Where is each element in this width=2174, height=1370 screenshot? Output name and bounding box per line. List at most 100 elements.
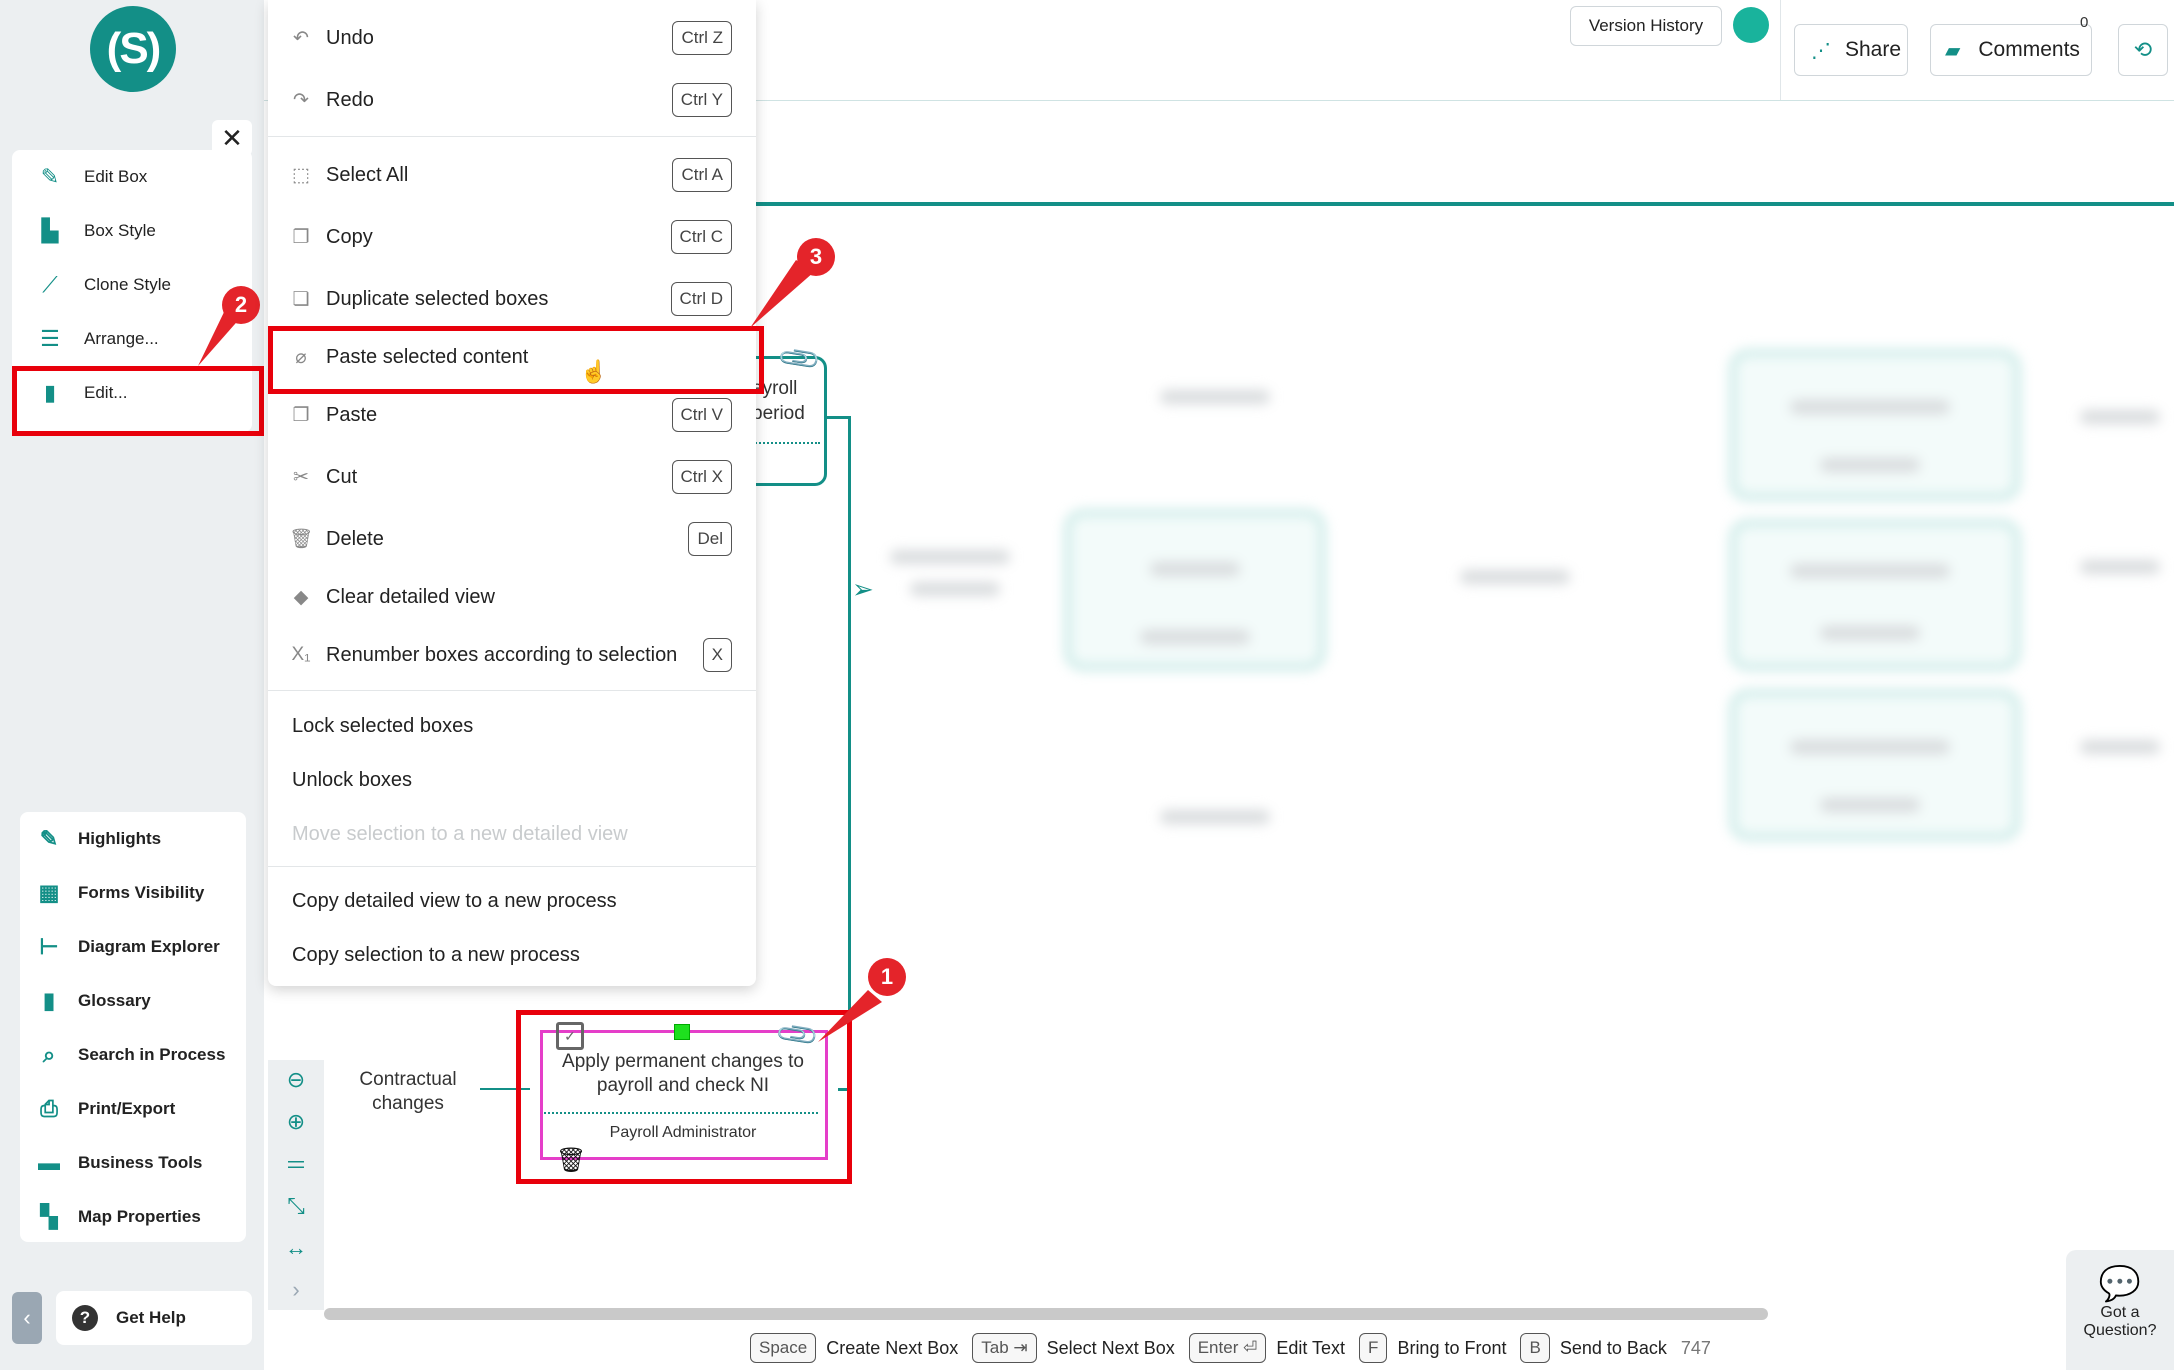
paste-icon: ❐: [292, 404, 310, 426]
redo-icon: ↷: [293, 89, 309, 111]
menu-item-copy-selection[interactable]: Copy selection to a new process: [268, 927, 756, 983]
shortcut-badge: Del: [688, 522, 732, 556]
diagram-explorer-button[interactable]: ⊢ Diagram Explorer: [20, 920, 246, 974]
comment-icon: ▰: [1945, 39, 1961, 62]
menu-item-paste[interactable]: ❐ Paste Ctrl V: [268, 387, 756, 443]
tree-icon: ⊢: [39, 934, 59, 959]
scissors-icon: ✂: [293, 466, 309, 488]
arrow-right-icon: ➢: [852, 574, 874, 604]
forms-visibility-button[interactable]: ▦ Forms Visibility: [20, 866, 246, 920]
keyboard-shortcut-bar: Space Create Next Box Tab ⇥ Select Next …: [324, 1328, 2174, 1368]
menu-item-select-all[interactable]: ⬚ Select All Ctrl A: [268, 147, 756, 203]
annotation-frame-3: [268, 326, 764, 394]
briefcase-icon: ▬: [38, 1150, 60, 1175]
menu-item-undo[interactable]: ↶ Undo Ctrl Z: [268, 10, 756, 66]
eyedropper-icon: ⟋: [42, 272, 58, 297]
chat-widget[interactable]: 💬 Got a Question?: [2066, 1250, 2174, 1370]
menu-item-cut[interactable]: ✂ Cut Ctrl X: [268, 449, 756, 505]
avatar[interactable]: [1733, 7, 1769, 43]
search-in-process-button[interactable]: ⌕ Search in Process: [20, 1028, 246, 1082]
context-menu: ↶ Undo Ctrl Z ↷ Redo Ctrl Y ⬚ Select All…: [268, 0, 756, 986]
print-export-button[interactable]: ⎙ Print/Export: [20, 1082, 246, 1136]
chat-bubble-icon: 💬: [2098, 1265, 2142, 1303]
highlights-button[interactable]: ✎ Highlights: [20, 812, 246, 866]
reset-zoom-icon[interactable]: ＝: [276, 1146, 316, 1182]
menu-item-renumber-boxes[interactable]: X₁ Renumber boxes according to selection…: [268, 627, 756, 683]
table-icon: ▦: [38, 880, 60, 905]
printer-icon: ⎙: [40, 1096, 58, 1121]
share-button[interactable]: ⋰ Share: [1794, 24, 1908, 76]
shortcut-label: Create Next Box: [826, 1337, 959, 1358]
eraser-icon: ◆: [293, 586, 309, 608]
shortcut-badge: Ctrl Y: [671, 83, 732, 117]
share-icon: ⋰: [1811, 39, 1831, 62]
subscript-icon: X₁: [291, 644, 311, 665]
edit-box-button[interactable]: ✎ Edit Box: [12, 150, 252, 204]
comments-count-badge: 0: [2080, 14, 2089, 31]
zoom-out-icon[interactable]: ⊖: [276, 1062, 316, 1098]
shortcut-label: Bring to Front: [1397, 1337, 1507, 1358]
menu-item-delete[interactable]: 🗑 Delete Del: [268, 511, 756, 567]
shortcut-badge: Ctrl Z: [672, 21, 732, 55]
map-properties-button[interactable]: ▚ Map Properties: [20, 1190, 246, 1244]
duplicate-icon: ❏: [292, 288, 310, 310]
shortcut-label: Edit Text: [1276, 1337, 1346, 1358]
zoom-in-icon[interactable]: ⊕: [276, 1104, 316, 1140]
app-logo[interactable]: (S): [90, 6, 176, 92]
annotation-frame-1: [516, 1010, 852, 1184]
horizontal-scrollbar[interactable]: [324, 1308, 1768, 1320]
select-all-icon: ⬚: [292, 164, 310, 186]
zoom-value: 747: [1680, 1337, 1711, 1358]
book-icon: ▮: [42, 988, 56, 1013]
comments-button[interactable]: ▰ Comments: [1930, 24, 2092, 76]
annotation-frame-2: [12, 366, 264, 436]
menu-item-copy-detailed-view[interactable]: Copy detailed view to a new process: [268, 873, 756, 929]
key-badge: Enter ⏎: [1188, 1333, 1267, 1363]
input-label[interactable]: Contractual changes: [348, 1068, 468, 1116]
menu-item-copy[interactable]: ❐ Copy Ctrl C: [268, 209, 756, 265]
shortcut-badge: Ctrl V: [671, 398, 732, 432]
shortcut-badge: Ctrl X: [671, 460, 732, 494]
collapse-sidebar-button[interactable]: ‹: [12, 1292, 42, 1344]
shortcut-badge: Ctrl C: [670, 220, 732, 254]
search-icon: ⌕: [42, 1042, 56, 1067]
divider: [752, 442, 820, 444]
menu-item-unlock-boxes[interactable]: Unlock boxes: [268, 752, 756, 808]
copy-icon: ❐: [292, 226, 310, 248]
menu-item-redo[interactable]: ↷ Redo Ctrl Y: [268, 72, 756, 128]
get-help-button[interactable]: ? Get Help: [56, 1291, 252, 1345]
blurred-diagram-area: [860, 320, 2174, 880]
menu-item-duplicate[interactable]: ❏ Duplicate selected boxes Ctrl D: [268, 271, 756, 327]
menu-separator: [268, 866, 756, 867]
menu-item-clear-detailed-view[interactable]: ◆ Clear detailed view: [268, 569, 756, 625]
shortcut-label: Send to Back: [1559, 1337, 1667, 1358]
key-badge: B: [1520, 1333, 1550, 1363]
chevron-left-icon: ‹: [23, 1305, 31, 1330]
align-icon: ☰: [40, 326, 60, 351]
annotation-pointer-2: [198, 308, 242, 366]
fit-width-icon[interactable]: ↔: [276, 1230, 316, 1266]
glossary-button[interactable]: ▮ Glossary: [20, 974, 246, 1028]
box-style-button[interactable]: ▙ Box Style: [12, 204, 252, 258]
business-tools-button[interactable]: ▬ Business Tools: [20, 1136, 246, 1190]
key-badge: F: [1359, 1333, 1388, 1363]
pencil-icon: ✎: [40, 164, 60, 189]
shortcut-badge: X: [702, 638, 732, 672]
shortcut-badge: Ctrl D: [670, 282, 732, 316]
chevron-right-icon[interactable]: ›: [276, 1272, 316, 1308]
history-icon[interactable]: ⟲: [2118, 24, 2168, 76]
menu-separator: [268, 690, 756, 691]
shortcut-badge: Ctrl A: [672, 158, 732, 192]
menu-item-move-to-detailed-view: Move selection to a new detailed view: [292, 822, 628, 845]
lane-divider: [756, 202, 2174, 206]
menu-item-lock-boxes[interactable]: Lock selected boxes: [268, 698, 756, 754]
fit-to-screen-icon[interactable]: ⤡: [276, 1188, 316, 1224]
menu-separator: [268, 136, 756, 137]
highlighter-icon: ✎: [39, 826, 59, 851]
annotation-pointer-3: [750, 260, 814, 328]
key-badge: Tab ⇥: [972, 1333, 1037, 1363]
divider: [1780, 0, 1781, 100]
key-badge: Space: [750, 1333, 817, 1363]
clone-style-button[interactable]: ⟋ Clone Style: [12, 258, 252, 312]
version-history-button[interactable]: Version History: [1570, 6, 1722, 46]
